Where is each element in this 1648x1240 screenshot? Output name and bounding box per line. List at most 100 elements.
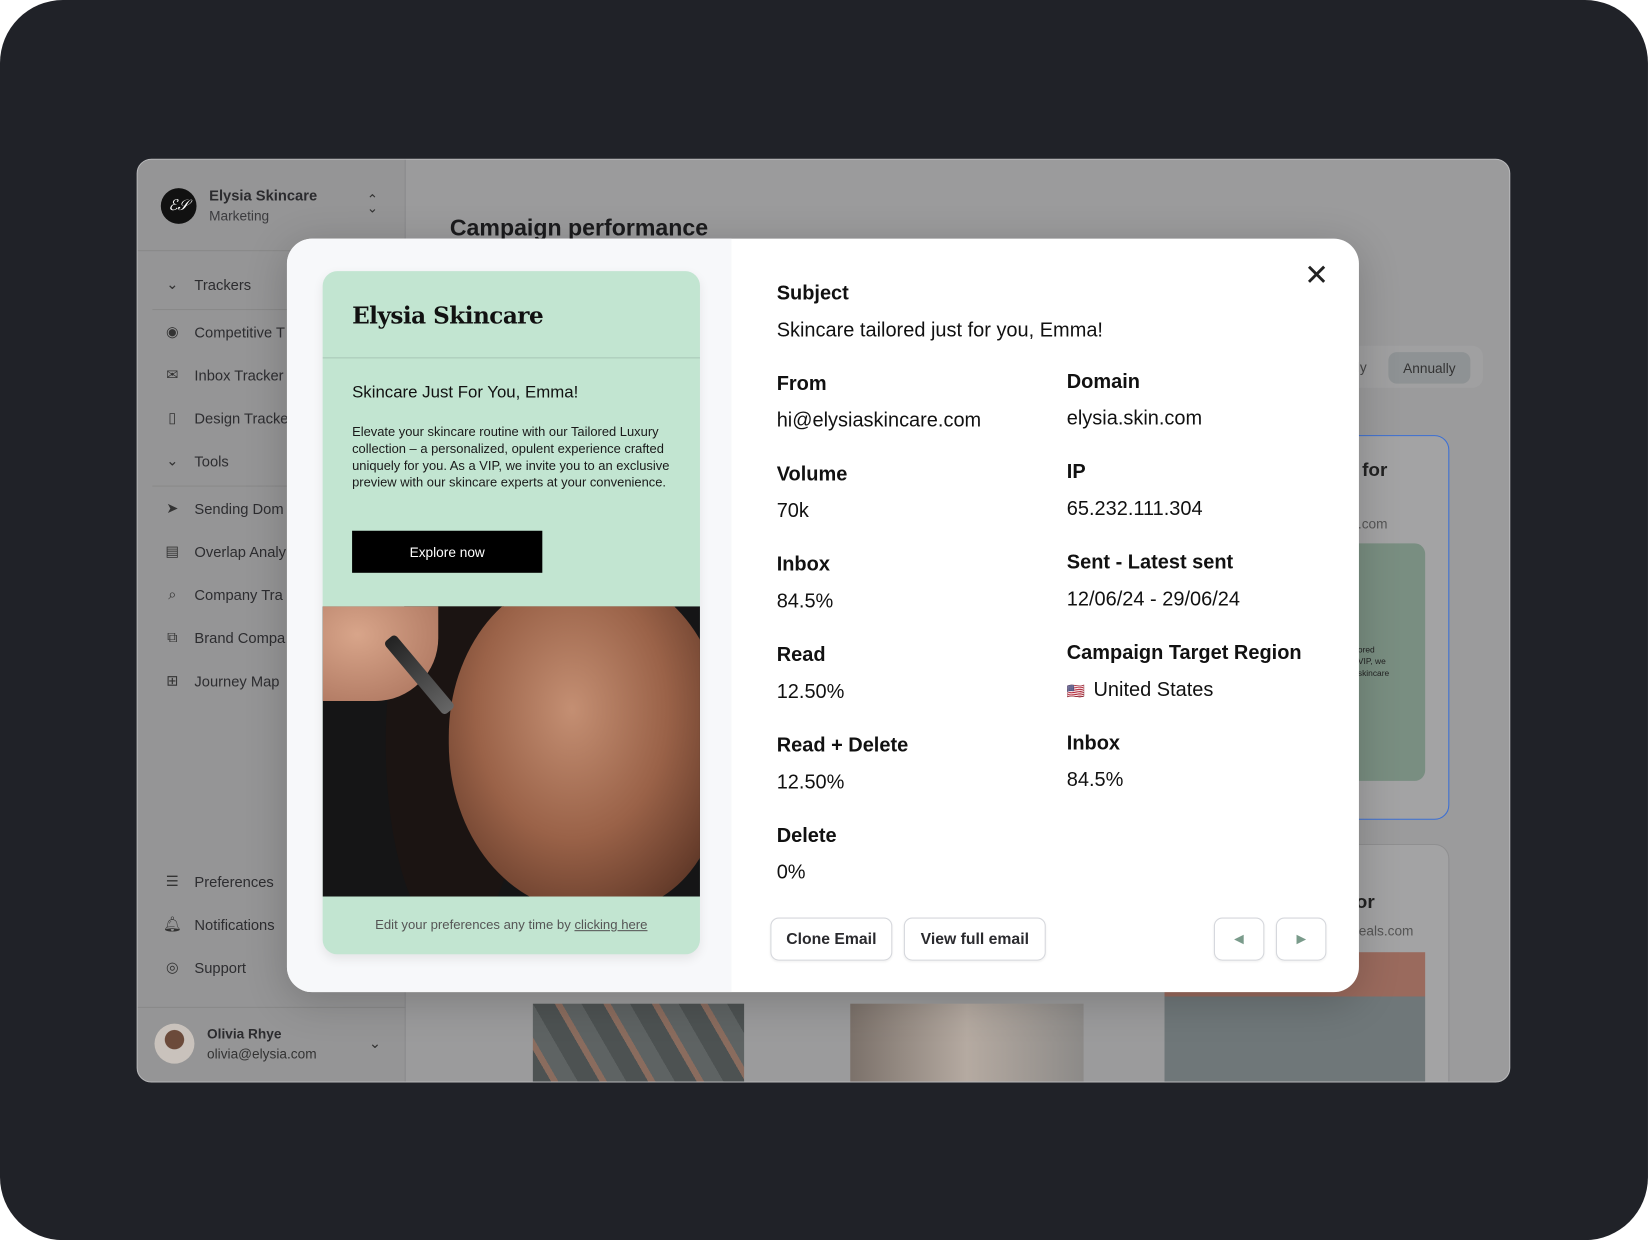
campaign-thumbnail — [850, 1003, 1084, 1082]
close-icon[interactable]: ✕ — [1304, 257, 1329, 292]
field-label: Read + Delete — [776, 734, 909, 757]
explore-now-button[interactable]: Explore now — [352, 530, 543, 573]
subject-value: Skincare tailored just for you, Emma! — [776, 319, 1103, 342]
search-icon: ⌕ — [168, 585, 177, 603]
org-switcher[interactable]: ℰ𝒮 Elysia Skincare Marketing — [160, 187, 318, 224]
field-label: IP — [1066, 461, 1086, 484]
field-label: Domain — [1066, 371, 1141, 394]
field-label: Delete — [776, 825, 837, 848]
sidebar-item-label: Inbox Tracker — [194, 366, 284, 384]
email-footer: Edit your preferences any time by clicki… — [323, 918, 700, 933]
email-body: Elevate your skincare routine with our T… — [352, 424, 670, 490]
sidebar-item-label: Brand Compa — [194, 629, 286, 646]
user-name: Olivia Rhye — [207, 1025, 282, 1042]
sidebar-item-company[interactable]: ⌕ Company Tra — [163, 585, 283, 603]
bell-icon: 🔔︎ — [163, 915, 182, 933]
field-value: elysia.skin.com — [1066, 407, 1203, 430]
sidebar-item-overlap[interactable]: ▤ Overlap Analy — [163, 542, 286, 560]
subject-label: Subject — [776, 282, 849, 305]
clone-email-button[interactable]: Clone Email — [770, 917, 893, 961]
email-preview: Elysia Skincare Skincare Just For You, E… — [322, 271, 700, 955]
field-label: Sent - Latest sent — [1066, 551, 1234, 574]
sidebar-item-label: Preferences — [194, 872, 274, 890]
field-value: 70k — [776, 500, 809, 523]
sidebar-item-label: Company Tra — [194, 585, 283, 603]
mail-icon: ✉ — [166, 365, 179, 383]
eye-icon: ◉ — [165, 322, 179, 340]
user-menu[interactable]: Olivia Rhye olivia@elysia.com — [154, 1023, 317, 1064]
field-label: Inbox — [1066, 732, 1121, 755]
email-headline: Skincare Just For You, Emma! — [352, 383, 579, 402]
flow-icon: ⊞ — [166, 671, 179, 689]
previous-button[interactable]: ◀ — [1213, 917, 1265, 961]
user-email: olivia@elysia.com — [207, 1045, 317, 1062]
chevron-up-down-icon[interactable]: ⌃ ⌄ — [367, 192, 378, 214]
chevron-down-icon[interactable]: ⌄ — [369, 1034, 381, 1052]
chevron-down-icon: ⌄ — [166, 451, 179, 469]
sidebar-item-brand[interactable]: ⧉ Brand Compa — [163, 628, 285, 646]
card-snippet: ored VIP, we skincare — [1357, 645, 1390, 678]
lifebuoy-icon: ◎ — [165, 958, 179, 976]
field-value: 12.50% — [776, 681, 845, 704]
next-button[interactable]: ▶ — [1275, 917, 1327, 961]
sidebar-item-notifications[interactable]: 🔔︎ Notifications — [163, 915, 275, 933]
field-value: hi@elysiaskincare.com — [776, 409, 982, 432]
sidebar-item-label: Notifications — [194, 915, 275, 933]
email-hero-image — [322, 606, 700, 897]
image-shape — [448, 606, 700, 897]
sidebar-item-journey[interactable]: ⊞ Journey Map — [163, 671, 280, 690]
field-value: 65.232.111.304 — [1066, 498, 1203, 521]
org-name: Elysia Skincare — [209, 187, 318, 204]
email-detail-modal: Elysia Skincare Skincare Just For You, E… — [286, 238, 1359, 993]
field-label: Campaign Target Region — [1066, 642, 1302, 665]
sidebar-item-label: Overlap Analy — [194, 542, 287, 560]
sidebar-item-competitive[interactable]: ◉ Competitive T — [163, 323, 285, 341]
field-value: 12/06/24 - 29/06/24 — [1066, 588, 1240, 611]
section-trackers[interactable]: ⌄ Trackers — [163, 275, 251, 293]
screen: ℰ𝒮 Elysia Skincare Marketing ⌃ ⌄ ⌄ Trackers… — [0, 0, 1648, 1240]
preferences-link[interactable]: clicking here — [574, 918, 647, 933]
org-subtitle: Marketing — [209, 208, 270, 224]
field-label: From — [776, 373, 827, 396]
chevron-down-icon: ⌄ — [166, 275, 179, 293]
copy-icon: ⧉ — [167, 628, 178, 646]
footer-text: Edit your preferences any time by — [375, 917, 575, 933]
sidebar-item-label: Sending Dom — [194, 499, 284, 517]
section-label: Trackers — [194, 275, 252, 293]
field-label: Volume — [776, 463, 848, 486]
field-value: 84.5% — [776, 590, 834, 613]
tab-annually[interactable]: Annually — [1388, 352, 1471, 384]
brush-icon: ▯ — [168, 408, 177, 426]
view-full-email-button[interactable]: View full email — [903, 917, 1046, 961]
sidebar-item-label: Journey Map — [194, 672, 280, 689]
email-preview-panel: Elysia Skincare Skincare Just For You, E… — [286, 238, 732, 993]
field-value: 84.5% — [1066, 769, 1124, 792]
sidebar-item-design[interactable]: ▯ Design Tracke — [163, 408, 289, 427]
email-brand: Elysia Skincare — [352, 302, 544, 331]
field-label: Inbox — [776, 553, 830, 576]
section-tools[interactable]: ⌄ Tools — [163, 452, 229, 470]
sidebar-item-label: Competitive T — [194, 323, 285, 340]
toggles-icon: ☰ — [165, 872, 179, 890]
sidebar-item-preferences[interactable]: ☰ Preferences — [163, 872, 274, 890]
sidebar-item-label: Design Tracke — [194, 409, 289, 427]
field-value: 🇺🇸 United States — [1067, 679, 1214, 702]
file-search-icon: ▤ — [165, 542, 180, 560]
sidebar-item-label: Support — [194, 959, 246, 976]
send-icon: ➤ — [166, 499, 179, 517]
sidebar-item-sending[interactable]: ➤ Sending Dom — [163, 499, 284, 517]
avatar — [154, 1023, 195, 1064]
field-label: Read — [776, 644, 826, 667]
section-label: Tools — [194, 452, 229, 470]
region-value: United States — [1093, 678, 1214, 702]
campaign-thumbnail — [532, 1003, 745, 1082]
divider — [322, 357, 700, 359]
sidebar-item-support[interactable]: ◎ Support — [163, 959, 246, 977]
field-value: 0% — [776, 861, 806, 884]
org-logo: ℰ𝒮 — [160, 187, 197, 224]
sidebar-item-inbox[interactable]: ✉ Inbox Tracker — [163, 365, 284, 384]
card-title: for — [1362, 459, 1388, 481]
card-domain: .com — [1357, 516, 1388, 532]
divider — [137, 1006, 406, 1008]
field-value: 12.50% — [776, 771, 845, 794]
